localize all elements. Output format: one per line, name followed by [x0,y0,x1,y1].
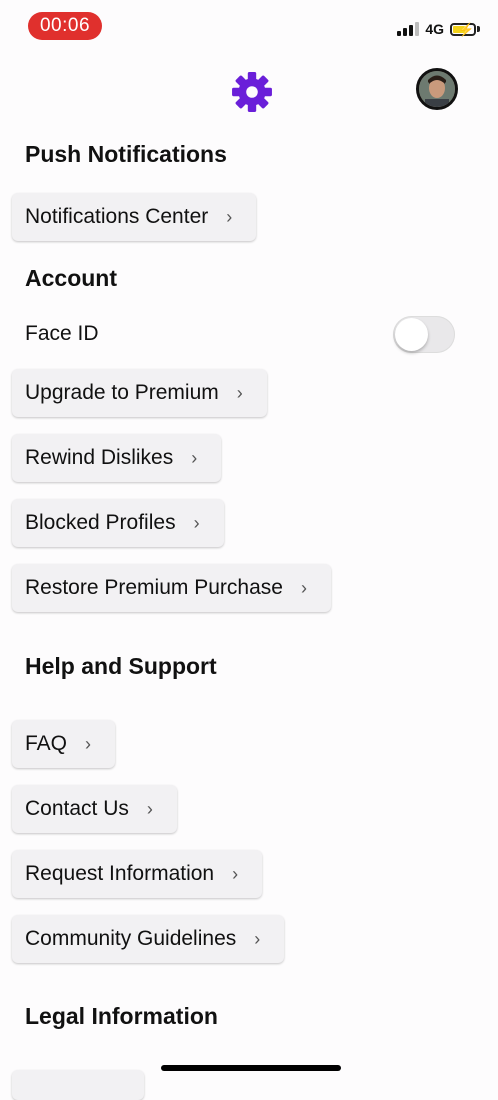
blocked-profiles-button[interactable]: Blocked Profiles › [12,499,224,547]
button-label: Contact Us [25,797,129,820]
section-title-legal-information: Legal Information [25,1003,218,1029]
rewind-dislikes-button[interactable]: Rewind Dislikes › [12,434,222,482]
status-time: 00:06 [28,12,102,40]
face-id-label: Face ID [25,322,99,345]
charging-bolt-icon: ⚡ [458,21,475,37]
button-label: Upgrade to Premium [25,381,219,404]
chevron-right-icon: › [232,863,239,884]
button-label: Community Guidelines [25,927,237,950]
home-indicator[interactable] [161,1065,341,1071]
chevron-right-icon: › [254,928,261,949]
upgrade-to-premium-button[interactable]: Upgrade to Premium › [12,369,267,417]
chevron-right-icon: › [300,577,307,598]
community-guidelines-button[interactable]: Community Guidelines › [12,915,285,963]
section-title-push-notifications: Push Notifications [25,141,227,167]
button-label: Restore Premium Purchase [25,576,283,599]
button-label: Request Information [25,862,215,885]
chevron-right-icon: › [146,798,153,819]
avatar[interactable] [416,68,458,110]
status-indicators: 4G ⚡ [397,18,480,40]
section-title-account: Account [25,265,117,291]
signal-icon [397,22,420,36]
face-id-toggle[interactable] [393,316,455,353]
chevron-right-icon: › [193,512,200,533]
notifications-center-button[interactable]: Notifications Center › [12,193,257,241]
gear-icon[interactable] [231,71,273,113]
restore-premium-purchase-button[interactable]: Restore Premium Purchase › [12,564,331,612]
button-label: FAQ [25,732,68,755]
profile-photo [419,71,455,107]
chevron-right-icon: › [85,733,92,754]
toggle-knob [395,318,428,351]
network-type: 4G [425,21,444,37]
faq-button[interactable]: FAQ › [12,720,116,768]
chevron-right-icon: › [226,206,233,227]
legal-item-button[interactable] [12,1070,144,1100]
battery-icon: ⚡ [450,21,476,37]
section-title-help-and-support: Help and Support [25,653,217,679]
request-information-button[interactable]: Request Information › [12,850,263,898]
chevron-right-icon: › [236,382,243,403]
button-label: Rewind Dislikes [25,446,174,469]
contact-us-button[interactable]: Contact Us › [12,785,177,833]
button-label: Blocked Profiles [25,511,176,534]
button-label: Notifications Center [25,205,209,228]
chevron-right-icon: › [191,447,198,468]
